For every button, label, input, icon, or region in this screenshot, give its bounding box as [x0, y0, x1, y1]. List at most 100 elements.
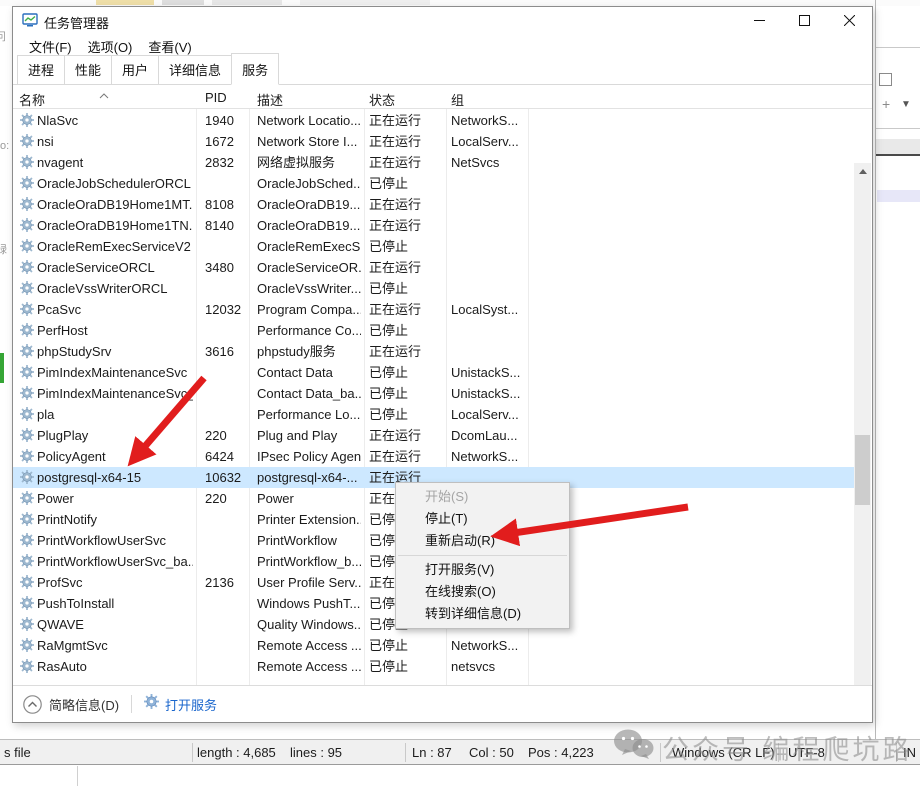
service-name: PimIndexMaintenanceSvc	[37, 365, 188, 380]
service-group: NetSvcs	[451, 155, 500, 170]
service-pid: 2136	[205, 575, 234, 590]
column-header-pid[interactable]: PID	[205, 90, 227, 105]
service-name: PolicyAgent	[37, 449, 106, 464]
service-row[interactable]: RasAuto Remote Access ... 已停止 netsvcs	[13, 656, 855, 677]
service-gear-icon	[20, 596, 34, 610]
status-segment: Windows (CR LF)	[672, 745, 775, 760]
service-row[interactable]: RaMgmtSvc Remote Access ... 已停止 NetworkS...	[13, 635, 855, 656]
service-name: PlugPlay	[37, 428, 89, 443]
vertical-scrollbar[interactable]	[854, 163, 871, 685]
statusbar-divider	[778, 743, 779, 762]
context-menu-item[interactable]: 打开服务(V)	[396, 559, 569, 581]
service-gear-icon	[20, 512, 34, 526]
service-desc: phpstudy服务	[257, 344, 336, 359]
background-divider	[876, 47, 920, 48]
context-menu-item[interactable]: 在线搜索(O)	[396, 581, 569, 603]
service-gear-icon	[20, 491, 34, 505]
tab-详细信息[interactable]: 详细信息	[158, 55, 233, 85]
service-name: PrintNotify	[37, 512, 97, 527]
service-pid: 12032	[205, 302, 242, 317]
service-gear-icon	[20, 155, 34, 169]
context-menu-item[interactable]: 重新启动(R)	[396, 530, 569, 552]
service-row[interactable]: PimIndexMaintenanceSvc_... Contact Data_b…	[13, 383, 855, 404]
service-pid: 10632	[205, 470, 242, 485]
service-row[interactable]: PolicyAgent 6424 IPsec Policy Agent 正在运行 Net…	[13, 446, 855, 467]
service-row[interactable]: PcaSvc 12032 Program Compa... 正在运行 LocalSyst…	[13, 299, 855, 320]
service-desc: 网络虚拟服务	[257, 155, 336, 170]
service-row[interactable]: PerfHost Performance Co... 已停止	[13, 320, 855, 341]
service-name: OracleRemExecServiceV2	[37, 239, 191, 254]
open-services-link[interactable]: 打开服务	[144, 694, 217, 714]
scroll-up-icon[interactable]	[854, 163, 871, 180]
service-group: LocalSyst...	[451, 302, 519, 317]
service-gear-icon	[20, 134, 34, 148]
service-status: 正在运行	[369, 197, 422, 212]
collapse-details-button[interactable]	[23, 694, 42, 714]
service-name: pla	[37, 407, 55, 422]
service-gear-icon	[20, 659, 34, 673]
service-name: OracleOraDB19Home1TN...	[37, 218, 193, 233]
service-row[interactable]: OracleServiceORCL 3480 OracleServiceOR... 正…	[13, 257, 855, 278]
tab-用户[interactable]: 用户	[111, 55, 160, 85]
service-pid: 3616	[205, 344, 234, 359]
status-segment: length : 4,685	[197, 745, 276, 760]
service-row[interactable]: nsi 1672 Network Store I... 正在运行 LocalServ..…	[13, 131, 855, 152]
context-menu-item: 开始(S)	[425, 489, 469, 504]
column-header-desc[interactable]: 描述	[257, 90, 283, 109]
tab-性能[interactable]: 性能	[64, 55, 113, 85]
column-header-group[interactable]: 组	[451, 90, 464, 109]
service-gear-icon	[20, 113, 34, 127]
service-desc: OracleJobSched...	[257, 176, 361, 191]
service-status: 正在运行	[369, 260, 422, 275]
context-menu-item[interactable]: 停止(T)	[396, 508, 569, 530]
background-text-fragment: o:	[0, 140, 10, 152]
service-group: UnistackS...	[451, 386, 521, 401]
service-row[interactable]: phpStudySrv 3616 phpstudy服务 正在运行	[13, 341, 855, 362]
tab-服务[interactable]: 服务	[231, 53, 280, 85]
service-row[interactable]: OracleRemExecServiceV2 OracleRemExecS... 已…	[13, 236, 855, 257]
service-gear-icon	[20, 449, 34, 463]
context-menu-item[interactable]: 转到详细信息(D)	[396, 603, 569, 625]
service-row[interactable]: pla Performance Lo... 已停止 LocalServ...	[13, 404, 855, 425]
service-gear-icon	[20, 533, 34, 547]
service-gear-icon	[20, 197, 34, 211]
service-row[interactable]: OracleOraDB19Home1MT... 8108 OracleOraDB19…	[13, 194, 855, 215]
service-pid: 1672	[205, 134, 234, 149]
service-desc: OracleServiceOR...	[257, 260, 361, 275]
service-row[interactable]: OracleVssWriterORCL OracleVssWriter... 已停止	[13, 278, 855, 299]
service-gear-icon	[20, 407, 34, 421]
collapse-details-label[interactable]: 简略信息(D)	[49, 695, 119, 714]
service-row[interactable]: nvagent 2832 网络虚拟服务 正在运行 NetSvcs	[13, 152, 855, 173]
service-gear-icon	[20, 260, 34, 274]
column-header-status[interactable]: 状态	[369, 90, 395, 109]
column-header-name[interactable]: 名称	[19, 90, 45, 109]
maximize-button[interactable]	[782, 7, 827, 33]
status-segment: s file	[4, 745, 31, 760]
context-menu-separator	[398, 555, 567, 556]
close-button[interactable]	[827, 7, 872, 33]
service-group: NetworkS...	[451, 638, 519, 653]
service-desc: Remote Access ...	[257, 638, 361, 653]
tab-进程[interactable]: 进程	[17, 55, 66, 85]
service-group: DcomLau...	[451, 428, 518, 443]
service-row[interactable]: OracleOraDB19Home1TN... 8140 OracleOraDB19…	[13, 215, 855, 236]
minimize-button[interactable]	[737, 7, 782, 33]
service-pid: 6424	[205, 449, 234, 464]
service-row[interactable]: PlugPlay 220 Plug and Play 正在运行 DcomLau...	[13, 425, 855, 446]
service-name: PimIndexMaintenanceSvc_...	[37, 386, 193, 401]
service-row[interactable]: OracleJobSchedulerORCL OracleJobSched... 已…	[13, 173, 855, 194]
service-gear-icon	[20, 281, 34, 295]
service-desc: PrintWorkflow	[257, 533, 337, 548]
background-divider	[876, 128, 920, 129]
service-pid: 2832	[205, 155, 234, 170]
service-desc: IPsec Policy Agent	[257, 449, 361, 464]
service-name: OracleVssWriterORCL	[37, 281, 168, 296]
service-pid: 220	[205, 428, 227, 443]
tab-strip: 进程 性能 用户 详细信息 服务	[13, 53, 872, 85]
service-row[interactable]: NlaSvc 1940 Network Locatio... 正在运行 NetworkS…	[13, 110, 855, 131]
service-name: phpStudySrv	[37, 344, 112, 359]
scrollbar-thumb[interactable]	[855, 435, 870, 505]
service-gear-icon	[20, 365, 34, 379]
service-row[interactable]: PimIndexMaintenanceSvc Contact Data 已停止 Uni…	[13, 362, 855, 383]
title-bar[interactable]: 任务管理器	[13, 7, 872, 33]
